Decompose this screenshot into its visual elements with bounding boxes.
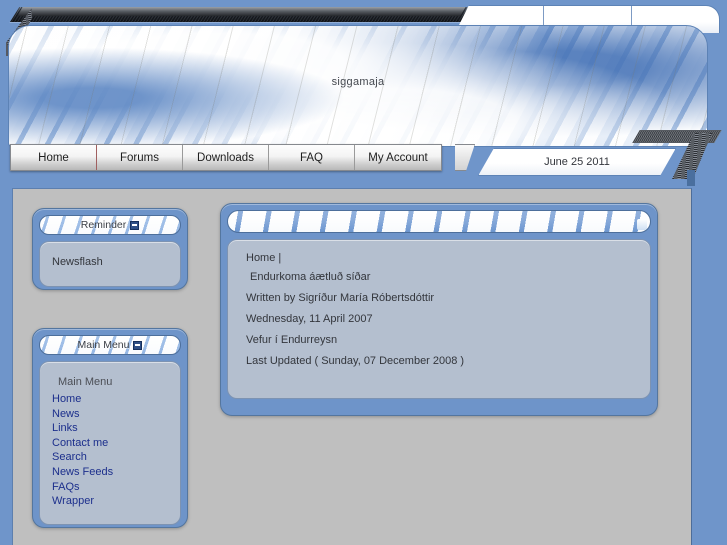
main-menu-caption: Main Menu [58, 376, 113, 388]
nav-item-forums[interactable]: Forums [97, 145, 183, 170]
main-navigation: Home Forums Downloads FAQ My Account [10, 144, 442, 171]
article-body-text: Vefur í Endurreysn [246, 334, 338, 346]
newsflash-text: Newsflash [52, 256, 103, 268]
module-reminder-title: Reminder [80, 219, 127, 231]
site-title: siggamaja [331, 76, 385, 88]
module-main-menu: Main Menu Main Menu Home News Links Cont… [32, 328, 188, 528]
article-date: Wednesday, 11 April 2007 [246, 313, 373, 325]
module-main-menu-header: Main Menu [39, 335, 181, 355]
article-last-updated: Last Updated ( Sunday, 07 December 2008 … [246, 355, 465, 367]
article-author: Written by Sigríður María Róbertsdóttir [246, 292, 435, 304]
blue-nub-decoration [687, 170, 695, 186]
content-panel-body: Home | Endurkoma áætluð síðar Written by… [227, 239, 651, 399]
article-title: Endurkoma áætluð síðar [250, 271, 371, 283]
module-reminder: Reminder Newsflash [32, 208, 188, 290]
main-menu-list: Home News Links Contact me Search News F… [52, 392, 168, 509]
metal-stripe-decoration-inner [17, 7, 466, 16]
sidebar-item-links[interactable]: Links [52, 421, 168, 436]
body-right-edge [692, 188, 727, 545]
breadcrumb[interactable]: Home | [246, 252, 632, 264]
module-main-menu-body: Main Menu Home News Links Contact me Sea… [39, 361, 181, 525]
content-header-nub-icon [637, 219, 647, 230]
module-reminder-header: Reminder [39, 215, 181, 235]
sidebar-item-news[interactable]: News [52, 407, 168, 422]
content-panel: Home | Endurkoma áætluð síðar Written by… [220, 203, 658, 416]
module-reminder-body: Newsflash [39, 241, 181, 287]
masthead-banner-image: siggamaja [8, 25, 708, 147]
sidebar-item-home[interactable]: Home [52, 392, 168, 407]
nav-item-my-account[interactable]: My Account [355, 145, 441, 170]
content-panel-header [227, 210, 651, 233]
nav-item-downloads[interactable]: Downloads [183, 145, 269, 170]
minus-box-icon[interactable] [133, 340, 143, 350]
current-date: June 25 2011 [478, 148, 676, 176]
sidebar-item-wrapper[interactable]: Wrapper [52, 494, 168, 509]
sidebar-item-faqs[interactable]: FAQs [52, 480, 168, 495]
sidebar-item-contact-me[interactable]: Contact me [52, 436, 168, 451]
body-left-edge [0, 188, 12, 545]
minus-box-icon[interactable] [130, 220, 140, 230]
sidebar-item-news-feeds[interactable]: News Feeds [52, 465, 168, 480]
nav-item-faq[interactable]: FAQ [269, 145, 355, 170]
page-root: siggamaja Home Forums Downloads FAQ My A… [0, 0, 727, 545]
nav-item-home[interactable]: Home [11, 145, 97, 170]
module-main-menu-title: Main Menu [77, 339, 130, 351]
sidebar-item-search[interactable]: Search [52, 450, 168, 465]
